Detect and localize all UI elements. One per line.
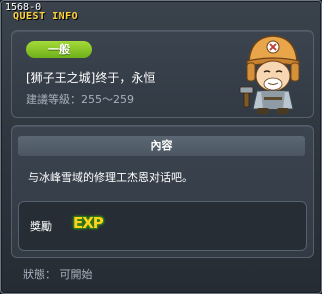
reward-box: 獎勵 EXP [18,201,307,251]
recommended-level: 建議等級：255～259 [26,93,134,106]
quest-info-window: 1568-0 QUEST INFO 一般 [狮子王之城]终于，永恒 建議等級：2… [0,0,322,294]
category-badge: 一般 [26,41,92,58]
quest-summary-panel: 一般 [狮子王之城]终于，永恒 建議等級：255～259 [11,30,314,118]
reward-label: 獎勵 [30,220,52,233]
content-header: 內容 [18,136,305,156]
quest-description: 与冰峰雪域的修理工杰恩对话吧。 [28,171,193,184]
quest-detail-panel: 內容 与冰峰雪域的修理工杰恩对话吧。 獎勵 EXP [11,125,314,258]
quest-status: 狀態： 可開始 [23,268,93,281]
quest-name: [狮子王之城]终于，永恒 [26,71,156,85]
repairman-avatar-icon [239,35,300,114]
window-title: QUEST INFO [13,11,79,22]
exp-reward-icon: EXP [73,214,104,232]
